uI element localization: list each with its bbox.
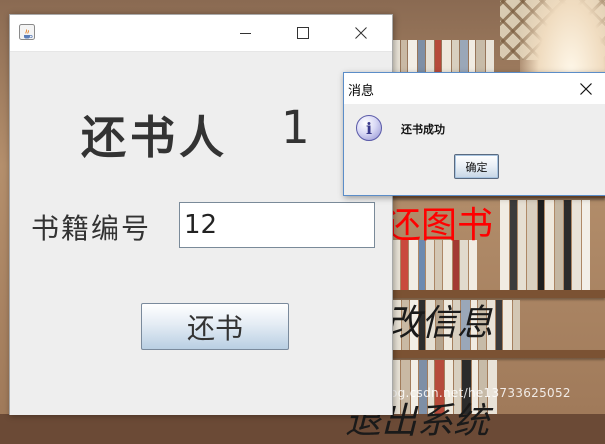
minimize-icon (239, 32, 251, 34)
returner-heading: 还书人 (81, 111, 229, 164)
java-app-icon (19, 24, 35, 40)
info-icon: i (356, 115, 382, 141)
returner-id: 1 (281, 101, 310, 154)
book-id-label: 书籍编号 (31, 212, 152, 245)
maximize-button[interactable] (274, 15, 332, 51)
close-button[interactable] (332, 15, 390, 51)
return-book-window: 还书人 1 书籍编号 还书 (9, 14, 393, 415)
window-titlebar[interactable] (10, 15, 392, 52)
dialog-message: 还书成功 (401, 123, 445, 136)
maximize-icon (297, 27, 309, 39)
dialog-title: 消息 (348, 84, 375, 99)
book-id-input[interactable] (179, 202, 375, 248)
message-dialog: 消息 i 还书成功 确定 (343, 72, 605, 196)
return-books-menu-label[interactable]: 还图书 (385, 196, 493, 248)
close-icon (580, 82, 592, 95)
modify-info-menu-label[interactable]: 改信息 (385, 294, 493, 346)
return-book-button[interactable]: 还书 (141, 303, 289, 350)
minimize-button[interactable] (216, 15, 274, 51)
close-icon (355, 27, 367, 39)
ok-button[interactable]: 确定 (454, 154, 499, 179)
dialog-titlebar[interactable]: 消息 (344, 73, 605, 104)
dialog-close-button[interactable] (566, 73, 605, 104)
